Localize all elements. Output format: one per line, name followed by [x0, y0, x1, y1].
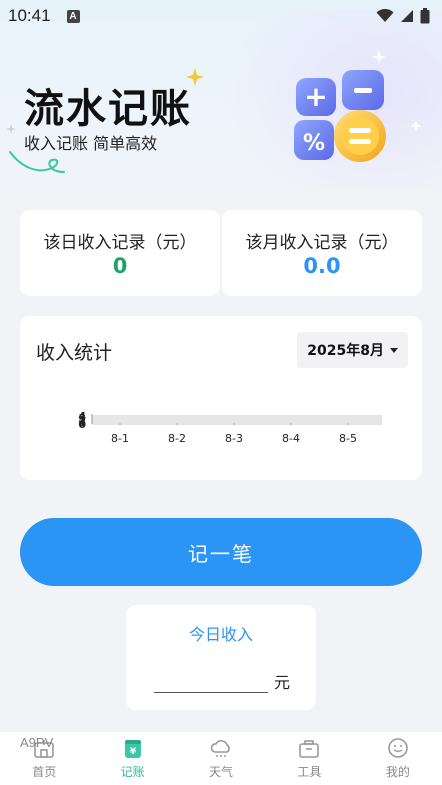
- swoosh-icon: [9, 151, 65, 173]
- battery-icon: [420, 8, 430, 24]
- svg-text:+: +: [304, 80, 327, 113]
- tab-ledger[interactable]: ¥ 记账: [88, 732, 176, 785]
- chart-x-tick-label: 8-2: [168, 432, 186, 445]
- day-income-label: 该日收入记录（元）: [43, 233, 197, 253]
- watermark-text: A9PV: [20, 735, 54, 750]
- ledger-icon: ¥: [124, 740, 141, 758]
- sparkle-icon: [6, 124, 16, 134]
- calculator-icon: + %: [294, 70, 386, 162]
- tab-tools[interactable]: 工具: [265, 732, 353, 785]
- chart-x-tick-label: 8-1: [111, 432, 129, 445]
- signal-icon: [401, 10, 413, 22]
- chart-title: 收入统计: [36, 342, 113, 364]
- day-income-card: 该日收入记录（元） 0: [20, 210, 220, 296]
- svg-text:%: %: [303, 131, 325, 156]
- hero-title: 流水记账: [24, 86, 192, 132]
- chart-data-point: [176, 423, 178, 425]
- day-income-value: 0: [112, 254, 128, 278]
- svg-text:¥: ¥: [129, 747, 136, 757]
- hero-banner: 流水记账 收入记账 简单高效 + %: [0, 0, 442, 215]
- month-income-label: 该月收入记录（元）: [245, 233, 399, 253]
- tab-label: 工具: [297, 765, 322, 779]
- chart-data-point: [233, 423, 235, 425]
- month-selector-value: 2025年8月: [307, 343, 384, 359]
- sparkle-icon: [410, 120, 422, 132]
- chart-data-point: [119, 423, 121, 425]
- toolbox-icon: [299, 740, 320, 758]
- status-bar: 10:41 A: [0, 0, 442, 32]
- sparkle-icon: [372, 50, 386, 64]
- month-selector[interactable]: 2025年8月: [297, 332, 408, 368]
- sparkle-icon: [186, 68, 204, 86]
- today-income-title: 今日收入: [188, 625, 253, 644]
- chart-x-tick-label: 8-4: [282, 432, 300, 445]
- chart-data-point: [347, 423, 349, 425]
- chart-x-tick-label: 8-5: [339, 432, 357, 445]
- notification-a-icon: A: [66, 9, 80, 23]
- tab-label: 首页: [32, 765, 57, 779]
- tab-label: 我的: [385, 765, 410, 779]
- currency-unit: 元: [274, 673, 291, 692]
- cloud-icon: [210, 740, 230, 757]
- today-income-input[interactable]: [154, 665, 268, 693]
- tab-label: 记账: [120, 765, 145, 779]
- month-income-card: 该月收入记录（元） 0.0: [222, 210, 422, 296]
- status-time: 10:41: [8, 6, 51, 25]
- caret-down-icon: [390, 347, 398, 353]
- income-chart-card: 收入统计 2025年8月 01234 8-1 8-2 8-3 8-4 8-5: [20, 316, 422, 480]
- wifi-icon: [376, 9, 394, 22]
- chart-data-point: [290, 423, 292, 425]
- bottom-tab-bar: 首页 ¥ 记账 天气 工具 我的: [0, 732, 442, 785]
- tab-profile[interactable]: 我的: [354, 732, 442, 785]
- chart-x-tick-label: 8-3: [225, 432, 243, 445]
- chart-y-tick-label: 4: [78, 410, 86, 423]
- record-button[interactable]: 记一笔: [20, 518, 422, 586]
- today-income-card: 今日收入 元: [126, 605, 316, 710]
- tab-label: 天气: [209, 765, 234, 779]
- smiley-icon: [388, 738, 408, 758]
- month-income-value: 0.0: [303, 254, 341, 278]
- tab-weather[interactable]: 天气: [177, 732, 265, 785]
- income-chart: 01234 8-1 8-2 8-3 8-4 8-5: [78, 410, 382, 445]
